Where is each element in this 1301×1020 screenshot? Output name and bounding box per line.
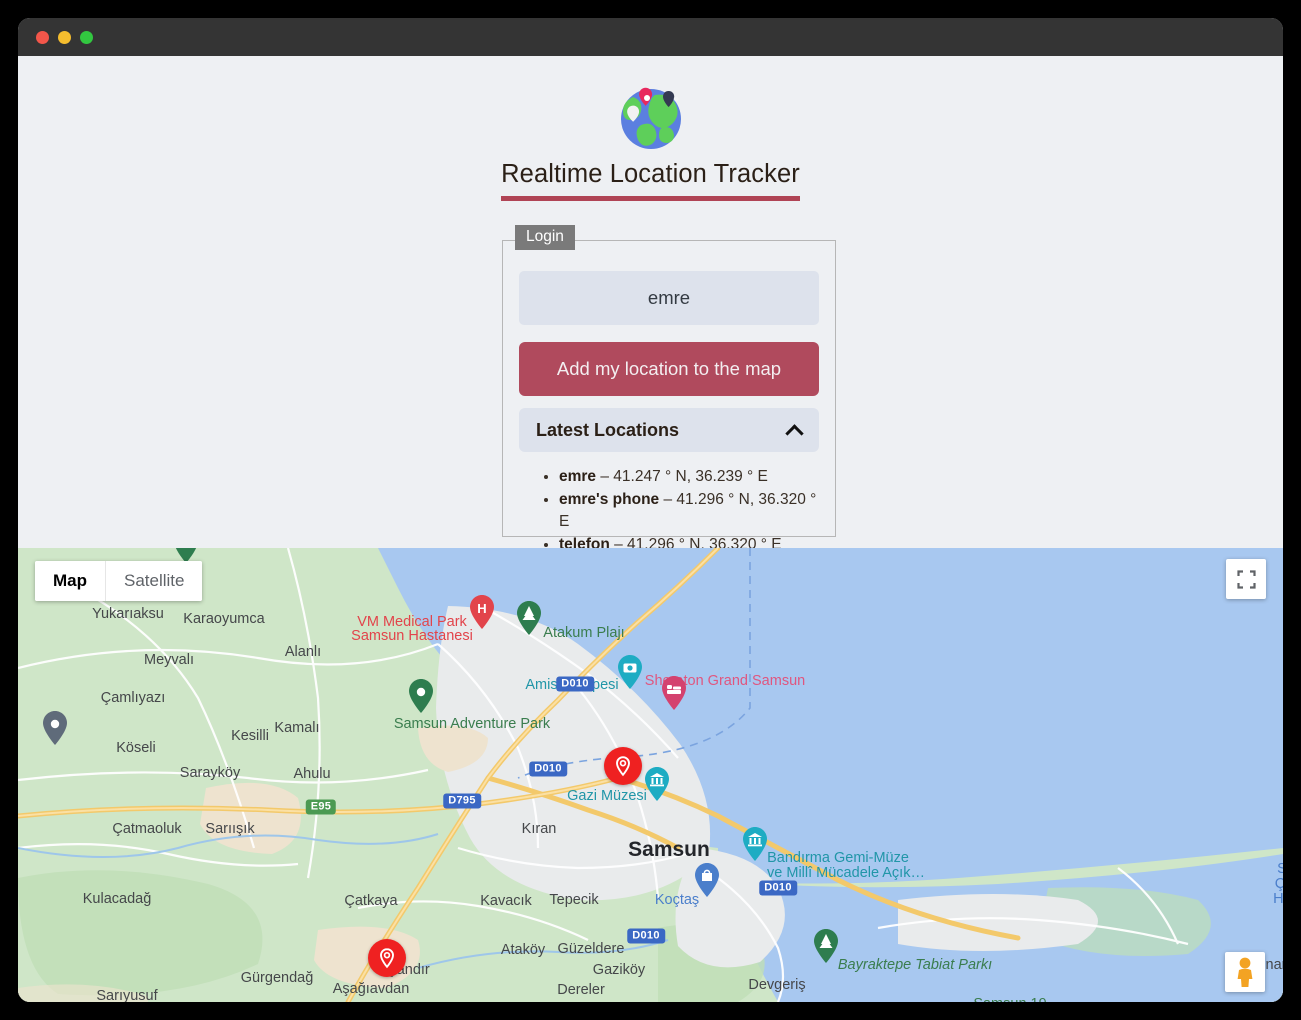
road-shield: E95 [305,799,337,815]
park-pin-glyph [814,929,838,963]
map-view[interactable]: Yukarıaksu Karaoyumca Meyvalı Alanlı Çamlıya… [18,548,1283,1002]
username-input[interactable] [519,271,819,325]
hospital-pin[interactable]: H [469,595,495,629]
fullscreen-button[interactable] [1226,559,1266,599]
map-type-satellite-button[interactable]: Satellite [106,561,203,601]
street-view-pegman-icon [1237,957,1253,987]
minimize-window-button[interactable] [58,30,71,44]
location-name: emre's phone [559,491,660,508]
chevron-up-icon [787,423,802,438]
user-location-marker[interactable] [604,747,642,785]
hotel-pin-glyph [662,676,686,710]
location-name: emre [559,468,597,485]
map-type-control[interactable]: Map Satellite [35,561,203,601]
hotel-pin[interactable] [661,676,687,710]
svg-text:H: H [477,601,486,616]
road-shield: D010 [627,928,665,944]
add-my-location-button[interactable]: Add my location to the map [519,342,819,396]
road-shield: D010 [759,880,797,896]
latest-locations-label: Latest Locations [536,419,680,440]
location-pin-icon [616,756,630,777]
location-coords: – 41.247 ° N, 36.239 ° E [596,468,768,485]
map-pin-glyph [43,711,67,745]
fullscreen-icon [1236,569,1256,589]
list-item: emre – 41.247 ° N, 36.239 ° E [559,466,819,488]
store-pin[interactable] [694,863,720,897]
museum-pin[interactable] [644,767,670,801]
app-window: Realtime Location Tracker Login Add my l… [18,18,1283,1002]
road-shield: D010 [556,676,594,692]
globe-with-location-pins-icon [620,87,681,149]
page-title: Realtime Location Tracker [501,160,800,201]
location-pin-icon [380,948,394,969]
park-pin-glyph [517,601,541,635]
road-shield: D010 [529,761,567,777]
museum-pin-glyph [645,767,669,801]
app-logo [18,72,1283,158]
hospital-pin-glyph: H [470,595,494,629]
map-pin[interactable] [42,711,68,745]
page-header: Realtime Location Tracker [18,56,1283,201]
user-location-marker[interactable] [368,939,406,977]
road-shield: D795 [443,793,481,809]
viewpoint-pin-glyph [618,655,642,689]
store-pin-glyph [695,863,719,897]
street-view-pegman-button[interactable] [1225,952,1265,992]
park-pin-glyph [409,679,433,713]
login-legend: Login [515,225,575,250]
museum-pin-glyph [743,827,767,861]
park-pin[interactable] [408,679,434,713]
list-item: emre's phone – 41.296 ° N, 36.320 ° E [559,489,819,533]
window-titlebar [18,18,1283,56]
close-window-button[interactable] [36,30,49,44]
login-panel: Login Add my location to the map Latest … [502,225,836,553]
viewpoint-pin[interactable] [617,655,643,689]
map-type-map-button[interactable]: Map [35,561,105,601]
latest-locations-list: emre – 41.247 ° N, 36.239 ° Eemre's phon… [559,466,819,556]
park-pin[interactable] [516,601,542,635]
museum-pin[interactable] [742,827,768,861]
latest-locations-toggle[interactable]: Latest Locations [519,408,819,452]
maximize-window-button[interactable] [80,30,93,44]
park-pin[interactable] [813,929,839,963]
